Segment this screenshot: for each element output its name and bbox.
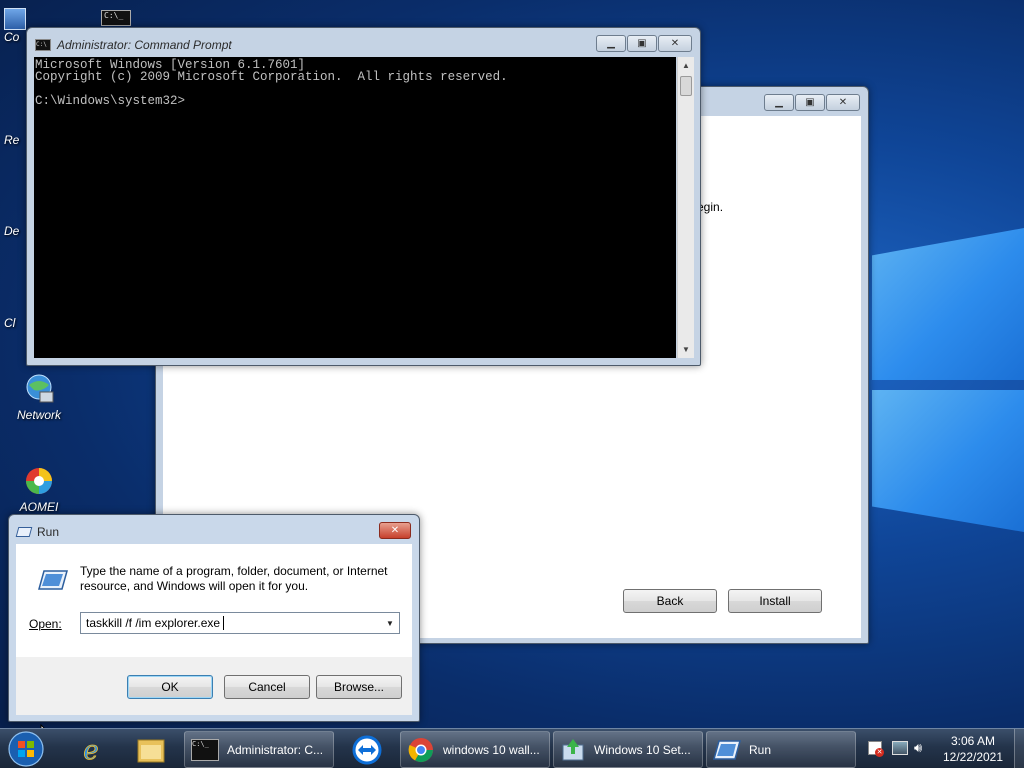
setup-caption-buttons: ▁ ▣ ✕ — [764, 94, 860, 111]
clock-time: 3:06 AM — [950, 734, 996, 748]
install-button[interactable]: Install — [728, 589, 822, 613]
taskbar-item-run[interactable]: Run — [706, 731, 856, 768]
taskbar-item-label: Windows 10 Set... — [594, 742, 691, 757]
taskbar-item-label: Administrator: C... — [227, 742, 324, 757]
close-button[interactable]: ✕ — [826, 94, 860, 111]
desktop-icon-network[interactable]: Network — [4, 372, 74, 422]
wallpaper-pane — [872, 228, 1024, 380]
close-icon: ✕ — [838, 96, 848, 108]
cmd-caption-buttons: ▁ ▣ ✕ — [596, 35, 692, 52]
network-icon — [22, 372, 56, 406]
taskbar-pin-explorer[interactable] — [124, 731, 178, 768]
svg-text:e: e — [83, 736, 98, 765]
run-client-area: Type the name of a program, folder, docu… — [16, 544, 412, 715]
scroll-thumb[interactable] — [680, 76, 692, 96]
maximize-icon: ▣ — [805, 96, 815, 108]
volume-icon[interactable]: 🔊︎ — [914, 740, 922, 756]
run-command-combobox[interactable]: taskkill /f /im explorer.exe ▼ — [80, 612, 400, 634]
maximize-button[interactable]: ▣ — [627, 35, 657, 52]
cmd-window: C:\ Administrator: Command Prompt ▁ ▣ ✕ … — [26, 27, 701, 366]
cmd-shortcut-icon[interactable]: C:\_ — [101, 10, 131, 26]
alert-x-icon: ✕ — [875, 748, 884, 757]
teamviewer-icon — [352, 735, 382, 764]
run-dialog: Run ✕ Type the name of a program, folder… — [8, 514, 420, 722]
chrome-icon — [408, 737, 433, 762]
cmd-title: Administrator: Command Prompt — [57, 38, 232, 52]
run-description: Type the name of a program, folder, docu… — [80, 564, 388, 593]
maximize-icon: ▣ — [637, 37, 647, 49]
taskbar-item-windows-setup[interactable]: Windows 10 Set... — [553, 731, 703, 768]
setup-icon — [562, 738, 584, 760]
show-desktop-button[interactable] — [1014, 729, 1024, 768]
cancel-button-label: Cancel — [248, 680, 286, 694]
clock-date: 12/22/2021 — [942, 750, 1004, 764]
system-tray: ✕ 🔊︎ 3:06 AM 12/22/2021 — [864, 729, 1024, 768]
close-icon: ✕ — [670, 37, 680, 49]
internet-explorer-icon: e — [83, 735, 99, 765]
network-tray-icon[interactable] — [892, 741, 908, 755]
console-prompt: C:\Windows\system32> — [35, 94, 186, 108]
console-line: Copyright (c) 2009 Microsoft Corporation… — [35, 70, 508, 84]
run-program-icon — [38, 569, 68, 591]
desktop-icon-label: Re — [4, 133, 20, 147]
desktop: Co C:\_ Re De Cl Network AOMEI ▁ ▣ ✕ egi… — [0, 0, 1024, 768]
browse-button[interactable]: Browse... — [316, 675, 402, 699]
computer-icon — [4, 8, 26, 30]
back-button-label: Back — [656, 594, 684, 608]
cmd-app-icon: C:\ — [35, 39, 51, 51]
cmd-scrollbar[interactable]: ▲ ▼ — [677, 57, 694, 358]
cmd-icon: C:\_ — [191, 738, 219, 761]
back-button[interactable]: Back — [623, 589, 717, 613]
install-button-label: Install — [759, 594, 791, 608]
desktop-icon-label: Network — [16, 408, 61, 422]
action-center-flag-icon[interactable]: ✕ — [868, 741, 884, 757]
wallpaper-pane — [872, 390, 1024, 532]
taskbar-pin-internet-explorer[interactable]: e — [64, 731, 118, 768]
start-button[interactable] — [6, 730, 46, 768]
desktop-icon-label: Co — [4, 30, 20, 44]
run-title: Run — [37, 525, 60, 539]
taskbar-item-cmd[interactable]: C:\_ Administrator: C... — [184, 731, 334, 768]
tray-clock[interactable]: 3:06 AM 12/22/2021 — [936, 733, 1010, 765]
desktop-icon-label: De — [4, 224, 20, 238]
desktop-icon-aomei[interactable]: AOMEI — [4, 464, 74, 514]
close-icon: ✕ — [390, 524, 400, 536]
scroll-up-arrow-icon[interactable]: ▲ — [678, 57, 694, 74]
run-command-input[interactable]: taskkill /f /im explorer.exe — [81, 616, 381, 630]
taskbar-item-label: windows 10 wall... — [443, 742, 540, 757]
run-icon — [713, 739, 741, 760]
cmd-console[interactable]: Microsoft Windows [Version 6.1.7601] Copy… — [34, 57, 676, 358]
scroll-down-arrow-icon[interactable]: ▼ — [678, 341, 694, 358]
folder-icon — [137, 739, 165, 762]
browse-button-label: Browse... — [333, 680, 384, 694]
taskbar-item-label: Run — [749, 742, 772, 757]
close-button[interactable]: ✕ — [379, 522, 411, 539]
minimize-icon: ▁ — [775, 96, 783, 108]
run-app-icon — [15, 527, 33, 537]
ok-button-label: OK — [161, 680, 179, 694]
windows-logo-icon — [8, 731, 44, 767]
open-label: Open: — [29, 617, 62, 631]
taskbar-pin-teamviewer[interactable] — [340, 731, 394, 768]
run-titlebar[interactable]: Run — [15, 523, 60, 541]
run-text-caret — [223, 616, 224, 630]
aomei-icon — [22, 464, 56, 498]
chevron-down-icon[interactable]: ▼ — [381, 619, 399, 628]
cmd-titlebar[interactable]: C:\ Administrator: Command Prompt — [35, 36, 232, 54]
ok-button[interactable]: OK — [127, 675, 213, 699]
minimize-button[interactable]: ▁ — [596, 35, 626, 52]
close-button[interactable]: ✕ — [658, 35, 692, 52]
taskbar-item-chrome[interactable]: windows 10 wall... — [400, 731, 550, 768]
desktop-icon-label: Cl — [4, 316, 16, 330]
run-content-panel — [16, 544, 412, 657]
cancel-button[interactable]: Cancel — [224, 675, 310, 699]
maximize-button[interactable]: ▣ — [795, 94, 825, 111]
taskbar: e C:\_ Administrator: C... windows 10 wa… — [0, 728, 1024, 768]
minimize-icon: ▁ — [607, 37, 615, 49]
desktop-icon-label: AOMEI — [19, 500, 59, 514]
run-caption-buttons: ✕ — [379, 522, 411, 539]
minimize-button[interactable]: ▁ — [764, 94, 794, 111]
